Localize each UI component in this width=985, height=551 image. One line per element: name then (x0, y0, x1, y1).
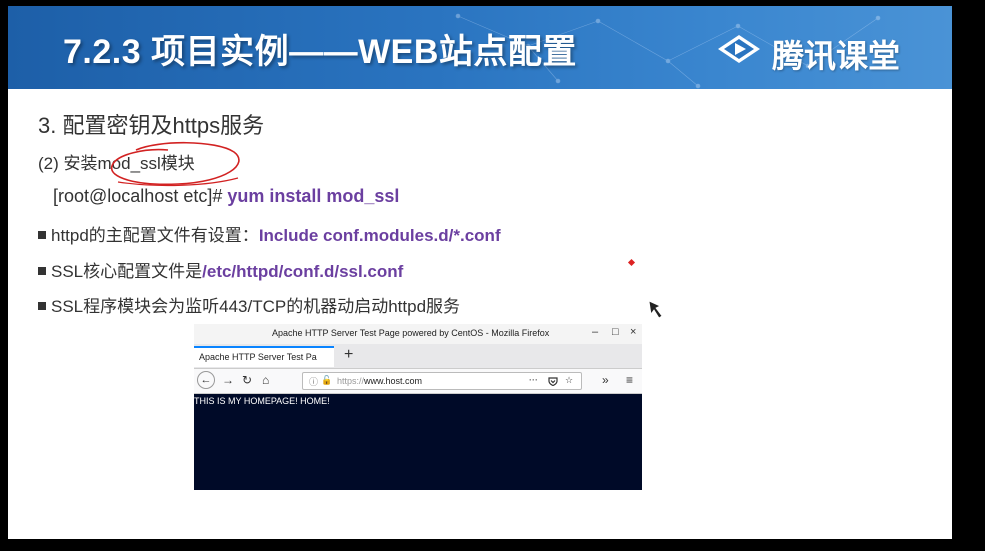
bullet-square-icon (38, 302, 46, 310)
bullet-highlight: /etc/httpd/conf.d/ssl.conf (202, 262, 404, 281)
window-titlebar: Apache HTTP Server Test Page powered by … (194, 324, 642, 344)
bullet-item: SSL核心配置文件是/etc/httpd/conf.d/ssl.conf (38, 257, 403, 282)
bullet-text: SSL核心配置文件是 (51, 262, 203, 281)
homepage-text: THIS IS MY HOMEPAGE! HOME! (194, 396, 330, 406)
pen-cursor-icon (648, 300, 663, 319)
back-button[interactable]: ← (197, 371, 215, 389)
bullet-text: httpd的主配置文件有设置： (51, 226, 259, 245)
tencent-classroom-logo-icon (718, 35, 760, 63)
page-content: THIS IS MY HOMEPAGE! HOME! (194, 394, 642, 490)
close-button[interactable]: × (630, 326, 636, 338)
bullet-square-icon (38, 231, 46, 239)
info-icon[interactable]: ⓘ (309, 375, 318, 388)
bullet-highlight: Include conf.modules.d/*.conf (258, 226, 501, 245)
reload-button[interactable]: ↻ (242, 373, 252, 387)
handwritten-circle-annotation (110, 141, 240, 187)
tab-bar: Apache HTTP Server Test Pa + (194, 344, 642, 369)
forward-button[interactable]: → (222, 373, 234, 387)
home-button[interactable]: ⌂ (262, 373, 269, 387)
overflow-menu-button[interactable]: » (602, 373, 609, 387)
firefox-window-screenshot: Apache HTTP Server Test Page powered by … (194, 324, 642, 490)
brand-name: 腾讯课堂 (772, 38, 901, 74)
section-title: 3. 配置密钥及https服务 (38, 113, 265, 138)
window-title: Apache HTTP Server Test Page powered by … (272, 328, 550, 338)
url-text[interactable]: https://www.host.com (337, 376, 422, 386)
pocket-icon[interactable] (548, 377, 558, 386)
insecure-lock-icon[interactable]: 🔓 (321, 375, 332, 386)
red-marker (627, 258, 636, 267)
navigation-toolbar: ← → ↻ ⌂ ⓘ 🔓 https://www.host.com ··· ☆ »… (194, 369, 642, 394)
bullet-item: SSL程序模块会为监听443/TCP的机器动启动httpd服务 (38, 292, 460, 317)
maximize-button[interactable]: □ (612, 326, 619, 338)
slide-header-banner: 7.2.3 项目实例——WEB站点配置 腾讯课堂 (8, 6, 952, 89)
slide: 7.2.3 项目实例——WEB站点配置 腾讯课堂 3. 配置密钥及https服务… (8, 6, 952, 539)
tab-label: Apache HTTP Server Test Pa (199, 352, 317, 362)
hamburger-menu-icon[interactable]: ≡ (626, 373, 633, 387)
new-tab-button[interactable]: + (344, 346, 353, 364)
browser-tab[interactable]: Apache HTTP Server Test Pa (194, 346, 334, 367)
slide-title: 7.2.3 项目实例——WEB站点配置 (63, 33, 577, 71)
minimize-button[interactable]: – (592, 326, 598, 338)
bullet-square-icon (38, 267, 46, 275)
page-actions-button[interactable]: ··· (529, 375, 538, 385)
bookmark-star-icon[interactable]: ☆ (565, 375, 573, 386)
bullet-item: httpd的主配置文件有设置：Include conf.modules.d/*.… (38, 221, 501, 246)
url-bar[interactable]: ⓘ 🔓 https://www.host.com ··· ☆ (302, 372, 582, 390)
bullet-text: SSL程序模块会为监听443/TCP的机器动启动httpd服务 (51, 297, 461, 316)
command-text: yum install mod_ssl (227, 186, 400, 206)
command-line: [root@localhost etc]# yum install mod_ss… (53, 186, 399, 207)
shell-prompt: [root@localhost etc]# (53, 186, 228, 206)
